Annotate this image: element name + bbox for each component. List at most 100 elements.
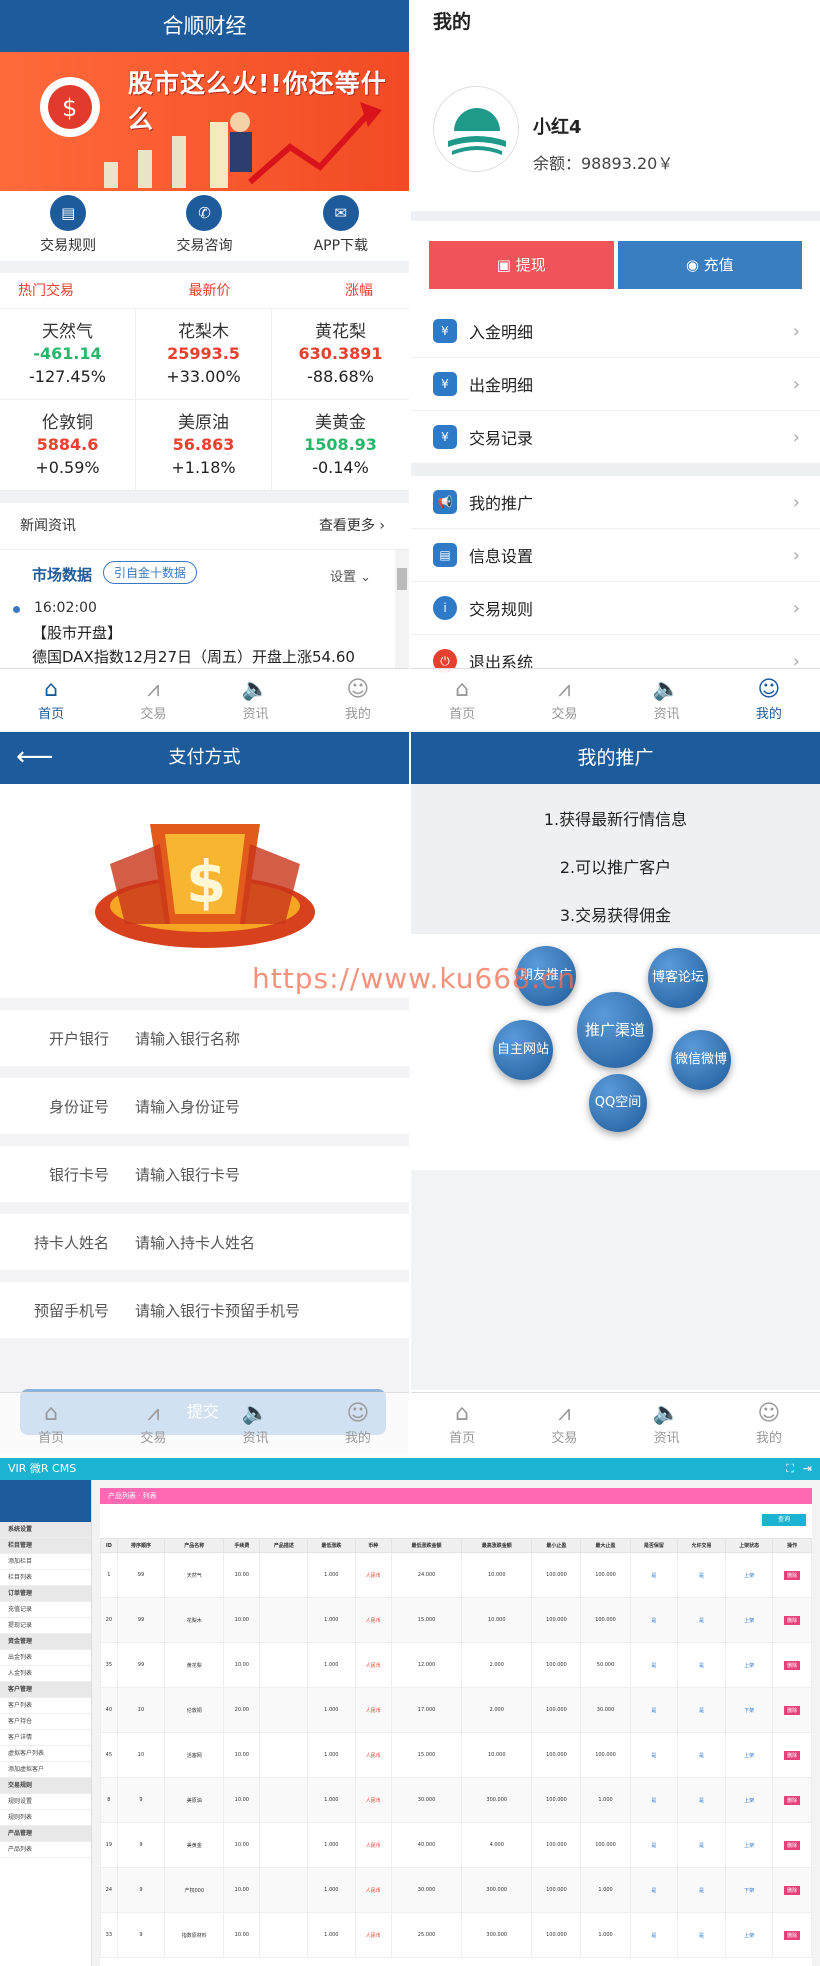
- quote-cell[interactable]: 黄花梨 630.3891 -88.68%: [272, 309, 409, 400]
- tab-mine[interactable]: ☺ 我的: [718, 669, 820, 730]
- channel-website[interactable]: 自主网站: [493, 1020, 553, 1080]
- column-header[interactable]: 上架状态: [724, 1538, 774, 1553]
- id-number-input[interactable]: 请输入身份证号: [135, 1096, 240, 1117]
- tab-mine[interactable]: ☺ 我的: [718, 1393, 820, 1454]
- holder-name-field[interactable]: 持卡人姓名 请输入持卡人姓名: [0, 1214, 409, 1270]
- sidebar-item[interactable]: 充值记录: [0, 1602, 91, 1618]
- sidebar-item[interactable]: 交易规则: [0, 1778, 91, 1794]
- promo-banner[interactable]: $ 股市这么火!!你还等什么: [0, 52, 409, 191]
- tab-home[interactable]: ⌂ 首页: [411, 669, 513, 730]
- tab-mine[interactable]: ☺ 我的: [307, 1393, 409, 1454]
- quote-cell[interactable]: 花梨木 25993.5 +33.00%: [136, 309, 272, 400]
- tab-news[interactable]: 🔈 资讯: [205, 1393, 307, 1454]
- menu-trade-rules[interactable]: i 交易规则 ›: [411, 582, 820, 635]
- tab-news[interactable]: 🔈 资讯: [616, 669, 718, 730]
- phone-field[interactable]: 预留手机号 请输入银行卡预留手机号: [0, 1282, 409, 1338]
- sidebar-item[interactable]: 出金列表: [0, 1650, 91, 1666]
- recharge-button[interactable]: ◉ 充值: [617, 241, 802, 289]
- quick-consult[interactable]: ✆ 交易咨询: [149, 195, 259, 261]
- column-header[interactable]: 最低涨跌: [307, 1538, 356, 1553]
- menu-info-settings[interactable]: ▤ 信息设置 ›: [411, 529, 820, 582]
- sidebar-item[interactable]: 客户列表: [0, 1698, 91, 1714]
- column-header[interactable]: 币种: [354, 1538, 392, 1553]
- sidebar-item[interactable]: 添加虚拟客户: [0, 1762, 91, 1778]
- market-setting[interactable]: 设置 ⌄: [330, 566, 371, 585]
- delete-button[interactable]: 删除: [784, 1705, 801, 1715]
- table-cell[interactable]: 删除: [772, 1822, 812, 1868]
- sidebar-item[interactable]: 系统设置: [0, 1522, 91, 1538]
- avatar[interactable]: [433, 86, 519, 172]
- sidebar-item[interactable]: 虚拟客户列表: [0, 1746, 91, 1762]
- delete-button[interactable]: 删除: [784, 1660, 801, 1670]
- table-cell[interactable]: 删除: [772, 1732, 812, 1778]
- column-header[interactable]: 允许交易: [677, 1538, 726, 1553]
- menu-my-promotion[interactable]: 📢 我的推广 ›: [411, 476, 820, 529]
- id-number-field[interactable]: 身份证号 请输入身份证号: [0, 1078, 409, 1134]
- column-header[interactable]: 操作: [772, 1538, 812, 1553]
- sidebar-item[interactable]: 栏目列表: [0, 1570, 91, 1586]
- tab-news[interactable]: 🔈 资讯: [205, 669, 307, 730]
- sidebar-item[interactable]: 提现记录: [0, 1618, 91, 1634]
- sidebar-item[interactable]: 客户管理: [0, 1682, 91, 1698]
- quote-cell[interactable]: 伦敦铜 5884.6 +0.59%: [0, 400, 136, 491]
- table-cell[interactable]: 删除: [772, 1867, 812, 1913]
- tab-news[interactable]: 🔈 资讯: [616, 1393, 718, 1454]
- table-cell[interactable]: 删除: [772, 1687, 812, 1733]
- holder-name-input[interactable]: 请输入持卡人姓名: [135, 1232, 255, 1253]
- sidebar-item[interactable]: 栏目管理: [0, 1538, 91, 1554]
- quote-cell[interactable]: 美原油 56.863 +1.18%: [136, 400, 272, 491]
- delete-button[interactable]: 删除: [784, 1930, 801, 1940]
- sidebar-item[interactable]: 添加栏目: [0, 1554, 91, 1570]
- table-cell[interactable]: 删除: [772, 1777, 812, 1823]
- quick-app-download[interactable]: ✉ APP下载: [286, 195, 396, 261]
- fullscreen-icon[interactable]: ⛶: [786, 1458, 794, 1480]
- bank-name-input[interactable]: 请输入银行名称: [135, 1028, 240, 1049]
- table-cell[interactable]: 删除: [772, 1552, 812, 1598]
- quick-rules[interactable]: ▤ 交易规则: [13, 195, 123, 261]
- menu-withdraw-detail[interactable]: ¥ 出金明细 ›: [411, 358, 820, 411]
- tab-trade[interactable]: ⩘ 交易: [102, 1393, 204, 1454]
- table-cell[interactable]: 删除: [772, 1597, 812, 1643]
- search-button[interactable]: 查询: [762, 1514, 806, 1526]
- more-link[interactable]: 查看更多 ›: [319, 503, 385, 549]
- column-header[interactable]: 是否保留: [629, 1538, 679, 1553]
- sidebar-item[interactable]: 客户详情: [0, 1730, 91, 1746]
- delete-button[interactable]: 删除: [784, 1750, 801, 1760]
- column-header[interactable]: 最低涨跌金额: [390, 1538, 463, 1553]
- column-header[interactable]: 产品名称: [164, 1538, 225, 1553]
- tab-trade[interactable]: ⩘ 交易: [102, 669, 204, 730]
- menu-trade-record[interactable]: ¥ 交易记录 ›: [411, 411, 820, 464]
- logout-icon[interactable]: ⇥: [803, 1458, 812, 1480]
- table-cell[interactable]: 删除: [772, 1912, 812, 1958]
- sidebar-item[interactable]: 资金管理: [0, 1634, 91, 1650]
- tab-mine[interactable]: ☺ 我的: [307, 669, 409, 730]
- column-header[interactable]: 最小止盈: [531, 1538, 582, 1553]
- column-header[interactable]: ID: [100, 1538, 118, 1553]
- delete-button[interactable]: 删除: [784, 1885, 801, 1895]
- channel-wechat-weibo[interactable]: 微信微博: [671, 1030, 731, 1090]
- quote-cell[interactable]: 天然气 -461.14 -127.45%: [0, 309, 136, 400]
- column-header[interactable]: 手续费: [223, 1538, 261, 1553]
- delete-button[interactable]: 删除: [784, 1795, 801, 1805]
- sidebar-item[interactable]: 产品管理: [0, 1826, 91, 1842]
- sidebar-item[interactable]: 入金列表: [0, 1666, 91, 1682]
- table-cell[interactable]: 删除: [772, 1642, 812, 1688]
- tab-home[interactable]: ⌂ 首页: [0, 1393, 102, 1454]
- column-header[interactable]: 产品描述: [259, 1538, 309, 1553]
- card-number-field[interactable]: 银行卡号 请输入银行卡号: [0, 1146, 409, 1202]
- sidebar-item[interactable]: 规则设置: [0, 1794, 91, 1810]
- column-header[interactable]: 最大止盈: [580, 1538, 631, 1553]
- delete-button[interactable]: 删除: [784, 1615, 801, 1625]
- quote-cell[interactable]: 美黄金 1508.93 -0.14%: [272, 400, 409, 491]
- tab-home[interactable]: ⌂ 首页: [0, 669, 102, 730]
- withdraw-button[interactable]: ▣ 提现: [429, 241, 614, 289]
- tab-home[interactable]: ⌂ 首页: [411, 1393, 513, 1454]
- column-header[interactable]: 最高涨跌金额: [461, 1538, 533, 1553]
- channel-blog[interactable]: 博客论坛: [648, 948, 708, 1008]
- sidebar-item[interactable]: 订单管理: [0, 1586, 91, 1602]
- delete-button[interactable]: 删除: [784, 1570, 801, 1580]
- tab-trade[interactable]: ⩘ 交易: [513, 1393, 615, 1454]
- column-header[interactable]: 排序顺序: [116, 1538, 166, 1553]
- sidebar-item[interactable]: 规则列表: [0, 1810, 91, 1826]
- channel-center[interactable]: 推广渠道: [577, 992, 653, 1068]
